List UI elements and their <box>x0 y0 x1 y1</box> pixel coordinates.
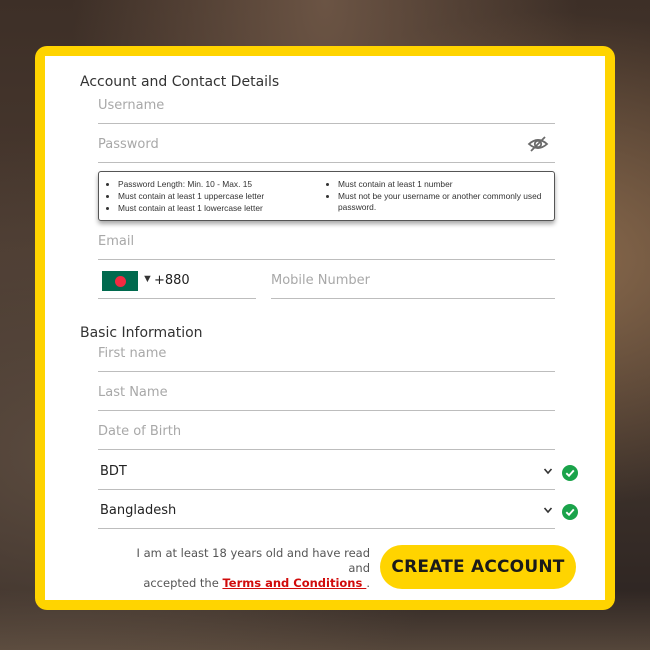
last-name-field[interactable]: Last Name <box>98 377 555 411</box>
username-field[interactable]: Username <box>98 90 555 124</box>
registration-frame: Account and Contact Details Username Pas… <box>35 46 615 610</box>
chevron-down-icon <box>543 507 553 514</box>
currency-value: BDT <box>100 464 127 479</box>
section-heading-account: Account and Contact Details <box>80 74 280 90</box>
terms-suffix: . <box>366 576 370 590</box>
first-name-field[interactable]: First name <box>98 338 555 372</box>
chevron-down-icon <box>543 468 553 475</box>
country-value: Bangladesh <box>100 503 177 518</box>
terms-line1: I am at least 18 years old and have read… <box>136 546 370 575</box>
password-rule: Must contain at least 1 lowercase letter <box>118 203 308 214</box>
eye-slash-icon[interactable] <box>527 135 549 153</box>
last-name-placeholder: Last Name <box>98 385 168 400</box>
email-placeholder: Email <box>98 234 135 249</box>
bangladesh-flag-icon <box>102 271 138 291</box>
terms-and-conditions-link[interactable]: Terms and Conditions <box>222 576 366 590</box>
username-placeholder: Username <box>98 98 165 113</box>
password-placeholder: Password <box>98 137 159 152</box>
country-select[interactable]: Bangladesh <box>98 495 555 529</box>
mobile-placeholder: Mobile Number <box>271 273 370 288</box>
currency-select[interactable]: BDT <box>98 456 555 490</box>
caret-down-icon: ▼ <box>142 273 153 285</box>
date-of-birth-field[interactable]: Date of Birth <box>98 416 555 450</box>
password-field[interactable]: Password <box>98 129 555 163</box>
password-rule: Password Length: Min. 10 - Max. 15 <box>118 179 308 190</box>
password-rule: Must contain at least 1 number <box>338 179 550 190</box>
check-circle-icon <box>562 465 578 481</box>
check-circle-icon <box>562 504 578 520</box>
terms-line2: accepted the Terms and Conditions . <box>115 576 370 591</box>
registration-form: Account and Contact Details Username Pas… <box>45 56 605 600</box>
mobile-number-field[interactable]: Mobile Number <box>271 265 555 299</box>
email-field[interactable]: Email <box>98 226 555 260</box>
password-rule: Must contain at least 1 uppercase letter <box>118 191 308 202</box>
first-name-placeholder: First name <box>98 346 167 361</box>
password-requirements-tooltip: Password Length: Min. 10 - Max. 15 Must … <box>98 171 555 221</box>
password-rules-left: Password Length: Min. 10 - Max. 15 Must … <box>118 179 308 214</box>
create-account-button[interactable]: CREATE ACCOUNT <box>380 545 576 589</box>
terms-prefix: accepted the <box>143 576 223 590</box>
country-code-selector[interactable]: ▼ +880 <box>98 265 256 299</box>
terms-statement: I am at least 18 years old and have read… <box>115 546 370 591</box>
password-rule: Must not be your username or another com… <box>338 191 550 213</box>
password-rules-right: Must contain at least 1 number Must not … <box>338 179 550 213</box>
dob-placeholder: Date of Birth <box>98 424 182 439</box>
dial-code: +880 <box>154 273 190 288</box>
